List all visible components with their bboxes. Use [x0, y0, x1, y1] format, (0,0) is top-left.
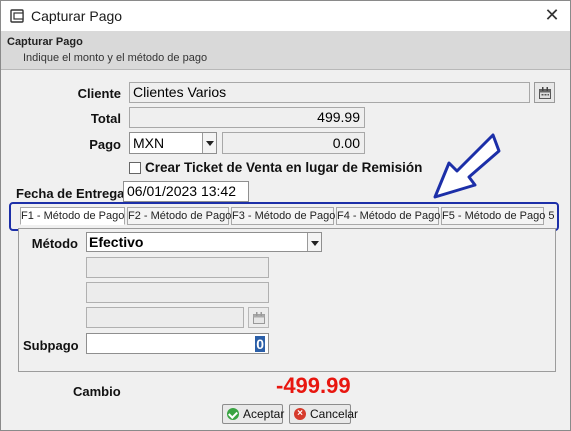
total-label: Total — [90, 111, 121, 126]
cancel-button-label: Cancelar — [310, 407, 359, 421]
accept-button[interactable]: Aceptar — [222, 404, 285, 424]
dropdown-arrow-icon[interactable] — [307, 233, 321, 251]
pago-value: 0.00 — [332, 135, 360, 151]
metodo-label: Método — [31, 236, 78, 251]
title-bar: Capturar Pago ✕ — [1, 1, 570, 31]
subpago-value: 0 — [255, 336, 265, 352]
accept-icon — [227, 408, 239, 420]
fecha-value: 06/01/2023 13:42 — [127, 183, 236, 199]
ticket-checkbox-label[interactable]: Crear Ticket de Venta en lugar de Remisi… — [145, 160, 422, 175]
cancel-button[interactable]: × Cancelar — [289, 404, 358, 424]
metodo-select[interactable]: Efectivo — [86, 232, 322, 252]
pago-label: Pago — [89, 137, 121, 152]
tab-metodo-pago-1[interactable]: F1 - Método de Pago 1 — [20, 207, 134, 225]
cliente-field[interactable]: Clientes Varios — [129, 82, 530, 103]
fecha-label: Fecha de Entrega — [16, 186, 125, 201]
cliente-value: Clientes Varios — [133, 84, 227, 100]
calendar-icon — [253, 312, 265, 324]
tab-metodo-pago-2[interactable]: F2 - Método de Pago 2 — [127, 207, 241, 225]
calendar-icon — [539, 87, 551, 99]
metodo-extra-field-1 — [86, 257, 269, 278]
moneda-value: MXN — [133, 135, 165, 151]
subpago-label: Subpago — [23, 338, 79, 353]
metodo-value: Efectivo — [89, 234, 144, 250]
cliente-lookup-button[interactable] — [534, 82, 555, 103]
moneda-select[interactable]: MXN — [129, 132, 217, 154]
subpago-field[interactable]: 0 — [86, 333, 269, 354]
fecha-field[interactable]: 06/01/2023 13:42 — [123, 181, 249, 202]
arrow-annotation-icon — [433, 133, 501, 199]
dropdown-arrow-icon[interactable] — [202, 133, 216, 153]
tab-metodo-pago-4[interactable]: F4 - Método de Pago 4 — [336, 207, 450, 225]
metodo-extra-field-3 — [86, 307, 244, 328]
metodo-extra-field-2 — [86, 282, 269, 303]
header-subtitle: Indique el monto y el método de pago — [23, 52, 208, 64]
cancel-icon: × — [294, 408, 306, 420]
accept-button-label: Aceptar — [243, 407, 285, 421]
dialog-header: Capturar Pago Indique el monto y el méto… — [1, 31, 570, 70]
pago-field[interactable]: 0.00 — [222, 132, 365, 154]
header-title: Capturar Pago — [7, 36, 83, 48]
cambio-value: -499.99 — [276, 373, 351, 398]
dialog-window: Capturar Pago ✕ Capturar Pago Indique el… — [0, 0, 571, 431]
close-icon[interactable]: ✕ — [541, 5, 563, 26]
metodo-lookup-button — [248, 307, 269, 328]
total-field: 499.99 — [129, 107, 365, 128]
ticket-checkbox[interactable] — [129, 162, 141, 174]
app-icon — [10, 9, 24, 23]
cambio-label: Cambio — [73, 384, 121, 399]
total-value: 499.99 — [317, 109, 360, 125]
tab-metodo-pago-3[interactable]: F3 - Método de Pago 3 — [231, 207, 345, 225]
tab-metodo-pago-5[interactable]: F5 - Método de Pago 5 — [441, 207, 555, 225]
cliente-label: Cliente — [77, 86, 121, 101]
window-title: Capturar Pago — [31, 8, 123, 24]
